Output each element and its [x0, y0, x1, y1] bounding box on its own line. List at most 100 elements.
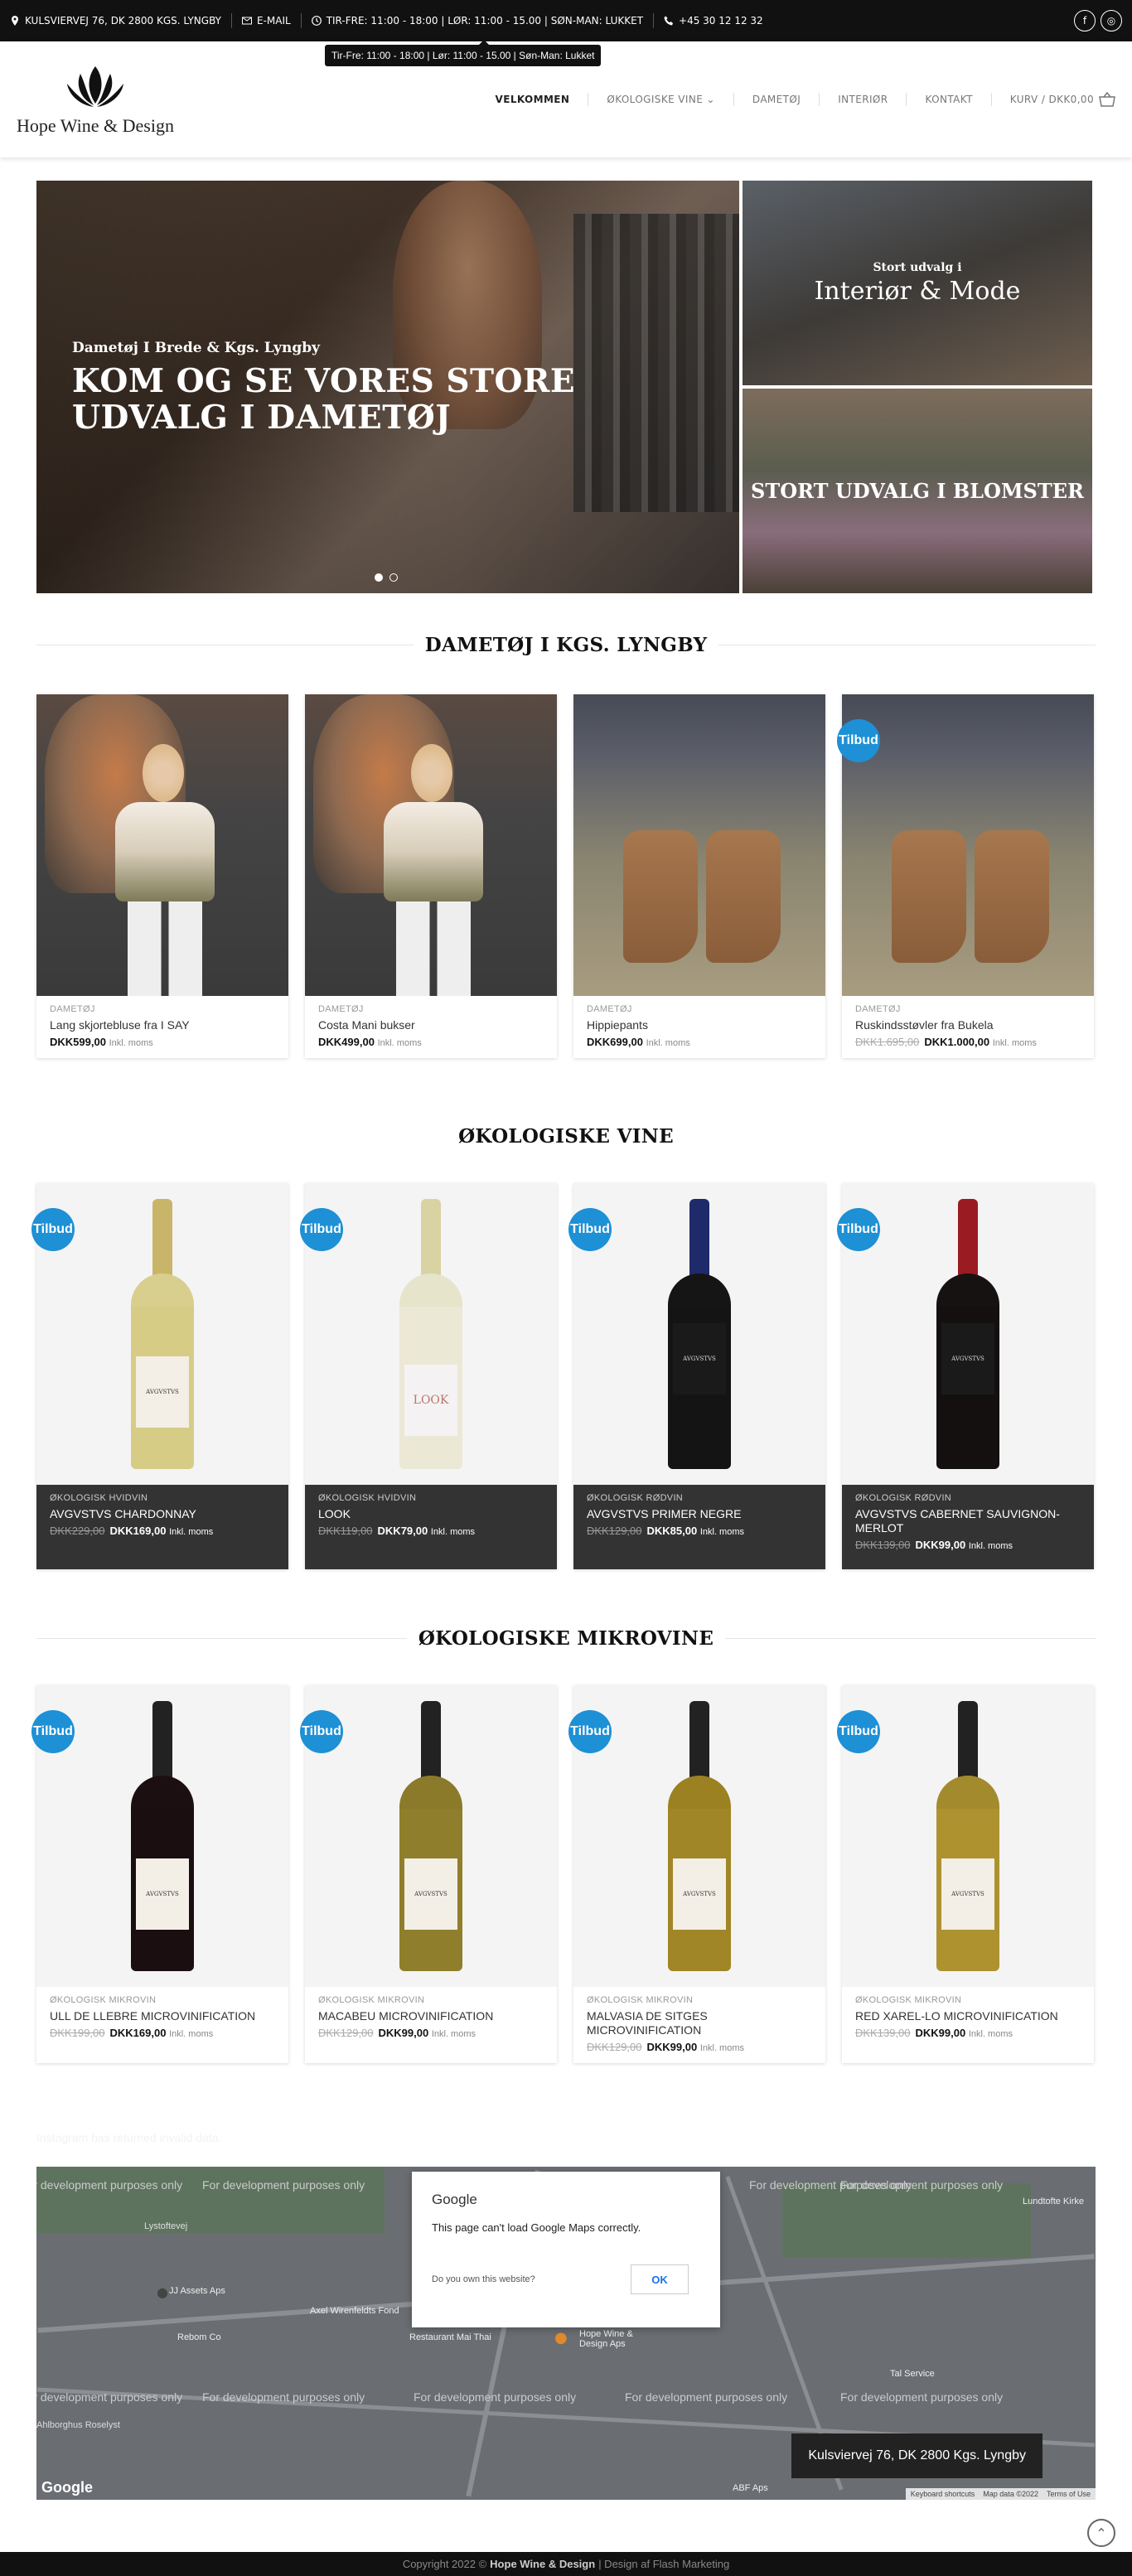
- wine-bottle: AVGVSTVS: [668, 1701, 731, 1971]
- product-category[interactable]: ØKOLOGISK HVIDVIN: [50, 1493, 275, 1503]
- hero-banner: Dametøj I Brede & Kgs. Lyngby KOM OG SE …: [36, 181, 1092, 593]
- price-note: Inkl. moms: [699, 2043, 745, 2053]
- product-category[interactable]: ØKOLOGISK RØDVIN: [587, 1493, 812, 1503]
- hero-slider[interactable]: Dametøj I Brede & Kgs. Lyngby KOM OG SE …: [36, 181, 739, 593]
- logo[interactable]: Hope Wine & Design: [17, 62, 174, 137]
- sale-badge: Tilbud: [31, 1208, 75, 1251]
- map-marker-icon[interactable]: ●: [554, 2329, 568, 2346]
- product-name[interactable]: RED XAREL-LO MICROVINIFICATION: [855, 2009, 1081, 2023]
- slider-dot[interactable]: [389, 573, 398, 582]
- price-old: DKK139,00: [855, 1539, 911, 1551]
- phone-link[interactable]: +45 30 12 12 32: [664, 15, 763, 27]
- product-name[interactable]: AVGVSTVS PRIMER NEGRE: [587, 1507, 812, 1521]
- back-to-top-button[interactable]: ⌃: [1087, 2519, 1115, 2547]
- product-name[interactable]: AVGVSTVS CABERNET SAUVIGNON-MERLOT: [855, 1507, 1081, 1535]
- product-card[interactable]: Tilbud LOOK ØKOLOGISK HVIDVIN LOOK DKK11…: [300, 1183, 557, 1569]
- product-card[interactable]: Tilbud AVGVSTVS ØKOLOGISK HVIDVIN AVGVST…: [31, 1183, 288, 1569]
- promo-flowers[interactable]: STORT UDVALG I BLOMSTER: [743, 389, 1092, 593]
- product-category[interactable]: ØKOLOGISK MIKROVIN: [318, 1995, 544, 2005]
- basket-icon: [1099, 92, 1115, 107]
- map-watermark: For development purposes only: [625, 2390, 788, 2404]
- terms-link[interactable]: Terms of Use: [1047, 2490, 1091, 2498]
- product-name[interactable]: MACABEU MICROVINIFICATION: [318, 2009, 544, 2023]
- copyright-text: Copyright 2022 ©: [402, 2558, 487, 2570]
- product-name[interactable]: Lang skjortebluse fra I SAY: [50, 1018, 275, 1032]
- product-name[interactable]: Ruskindsstøvler fra Bukela: [855, 1018, 1081, 1032]
- product-image[interactable]: [573, 694, 825, 996]
- envelope-icon: [241, 17, 252, 25]
- hours-link[interactable]: TIR-FRE: 11:00 - 18:00 | LØR: 11:00 - 15…: [311, 15, 643, 27]
- map-watermark: For development purposes only: [840, 2390, 1004, 2404]
- product-category[interactable]: DAMETØJ: [587, 1004, 812, 1014]
- product-card[interactable]: Tilbud AVGVSTVS ØKOLOGISK MIKROVIN RED X…: [837, 1685, 1094, 2063]
- product-price: DKK229,00 DKK169,00 Inkl. moms: [50, 1525, 275, 1537]
- sale-badge: Tilbud: [300, 1208, 343, 1251]
- product-name[interactable]: Hippiepants: [587, 1018, 812, 1032]
- ok-button[interactable]: OK: [631, 2264, 689, 2294]
- hero-title: KOM OG SE VORES STORE UDVALG I DAMETØJ: [72, 362, 576, 437]
- product-category[interactable]: ØKOLOGISK RØDVIN: [855, 1493, 1081, 1503]
- map-marker-icon[interactable]: ●: [157, 2284, 168, 2300]
- dialog-message: This page can't load Google Maps correct…: [432, 2221, 641, 2234]
- price-current: DKK99,00: [378, 2027, 429, 2039]
- map-watermark: For development purposes only: [202, 2178, 365, 2192]
- product-card[interactable]: DAMETØJ Hippiepants DKK699,00 Inkl. moms: [573, 694, 825, 1058]
- wine-bottle: AVGVSTVS: [936, 1701, 999, 1971]
- product-info: ØKOLOGISK MIKROVIN RED XAREL-LO MICROVIN…: [842, 1987, 1094, 2049]
- product-name[interactable]: LOOK: [318, 1507, 544, 1521]
- product-name[interactable]: MALVASIA DE SITGES MICROVINIFICATION: [587, 2009, 812, 2037]
- product-price: DKK129,00 DKK99,00 Inkl. moms: [318, 2027, 544, 2039]
- dialog-question-link[interactable]: Do you own this website?: [432, 2274, 535, 2284]
- product-card[interactable]: DAMETØJ Lang skjortebluse fra I SAY DKK5…: [36, 694, 288, 1058]
- product-category[interactable]: ØKOLOGISK MIKROVIN: [50, 1995, 275, 2005]
- sale-badge: Tilbud: [568, 1208, 612, 1251]
- product-category[interactable]: ØKOLOGISK MIKROVIN: [855, 1995, 1081, 2005]
- map-footer: Keyboard shortcuts Map data ©2022 Terms …: [905, 2488, 1096, 2500]
- price-current: DKK79,00: [377, 1525, 428, 1537]
- bottle-label: LOOK: [404, 1365, 457, 1436]
- map-watermark: For development purposes only: [840, 2178, 1004, 2192]
- nav-item-velkommen[interactable]: VELKOMMEN: [496, 94, 570, 105]
- nav-item-interior[interactable]: INTERIØR: [838, 94, 888, 105]
- facebook-icon[interactable]: f: [1074, 10, 1096, 31]
- product-image-legs: [396, 901, 471, 996]
- bottle-label: AVGVSTVS: [673, 1323, 726, 1394]
- product-category[interactable]: DAMETØJ: [318, 1004, 544, 1014]
- address-link[interactable]: KULSVIERVEJ 76, DK 2800 KGS. LYNGBY: [10, 15, 221, 27]
- product-image-legs: [128, 901, 202, 996]
- product-name[interactable]: AVGVSTVS CHARDONNAY: [50, 1507, 275, 1521]
- product-category[interactable]: ØKOLOGISK MIKROVIN: [587, 1995, 812, 2005]
- nav-item-kontakt[interactable]: KONTAKT: [925, 94, 972, 105]
- product-image[interactable]: [305, 694, 557, 996]
- section-heading: ØKOLOGISKE MIKROVINE: [418, 1627, 714, 1650]
- product-image[interactable]: [36, 694, 288, 996]
- product-category[interactable]: ØKOLOGISK HVIDVIN: [318, 1493, 544, 1503]
- cart-link[interactable]: KURV / DKK0,00: [1010, 92, 1115, 107]
- product-name[interactable]: ULL DE LLEBRE MICROVINIFICATION: [50, 2009, 275, 2023]
- nav-item-okologiske-vine[interactable]: ØKOLOGISKE VINE ⌄: [607, 94, 715, 105]
- product-card[interactable]: DAMETØJ Costa Mani bukser DKK499,00 Inkl…: [305, 694, 557, 1058]
- slider-dot[interactable]: [375, 573, 383, 582]
- divider: [36, 1136, 447, 1137]
- product-card[interactable]: Tilbud AVGVSTVS ØKOLOGISK MIKROVIN ULL D…: [31, 1685, 288, 2063]
- product-name[interactable]: Costa Mani bukser: [318, 1018, 544, 1032]
- keyboard-shortcuts-link[interactable]: Keyboard shortcuts: [911, 2490, 975, 2498]
- instagram-icon[interactable]: ◎: [1101, 10, 1122, 31]
- product-category[interactable]: DAMETØJ: [50, 1004, 275, 1014]
- bottle-label: AVGVSTVS: [136, 1858, 189, 1930]
- product-card[interactable]: Tilbud AVGVSTVS ØKOLOGISK MIKROVIN MALVA…: [568, 1685, 825, 2063]
- price-old: DKK199,00: [50, 2027, 105, 2039]
- product-category[interactable]: DAMETØJ: [855, 1004, 1081, 1014]
- email-link[interactable]: E-MAIL: [241, 15, 291, 27]
- price-old: DKK129,00: [587, 2041, 642, 2053]
- promo-interior[interactable]: Stort udvalg i Interiør & Mode: [743, 181, 1092, 385]
- product-card[interactable]: Tilbud AVGVSTVS ØKOLOGISK MIKROVIN MACAB…: [300, 1685, 557, 2063]
- nav-item-dametoj[interactable]: DAMETØJ: [752, 94, 801, 105]
- product-card[interactable]: Tilbud DAMETØJ Ruskindsstøvler fra Bukel…: [837, 694, 1094, 1058]
- price-old: DKK129,00: [587, 1525, 642, 1537]
- product-card[interactable]: Tilbud AVGVSTVS ØKOLOGISK RØDVIN AVGVSTV…: [568, 1183, 825, 1569]
- product-price: DKK139,00 DKK99,00 Inkl. moms: [855, 1539, 1081, 1551]
- product-image-boot: [975, 830, 1049, 963]
- footer-credit[interactable]: | Design af Flash Marketing: [598, 2558, 729, 2570]
- product-card[interactable]: Tilbud AVGVSTVS ØKOLOGISK RØDVIN AVGVSTV…: [837, 1183, 1094, 1569]
